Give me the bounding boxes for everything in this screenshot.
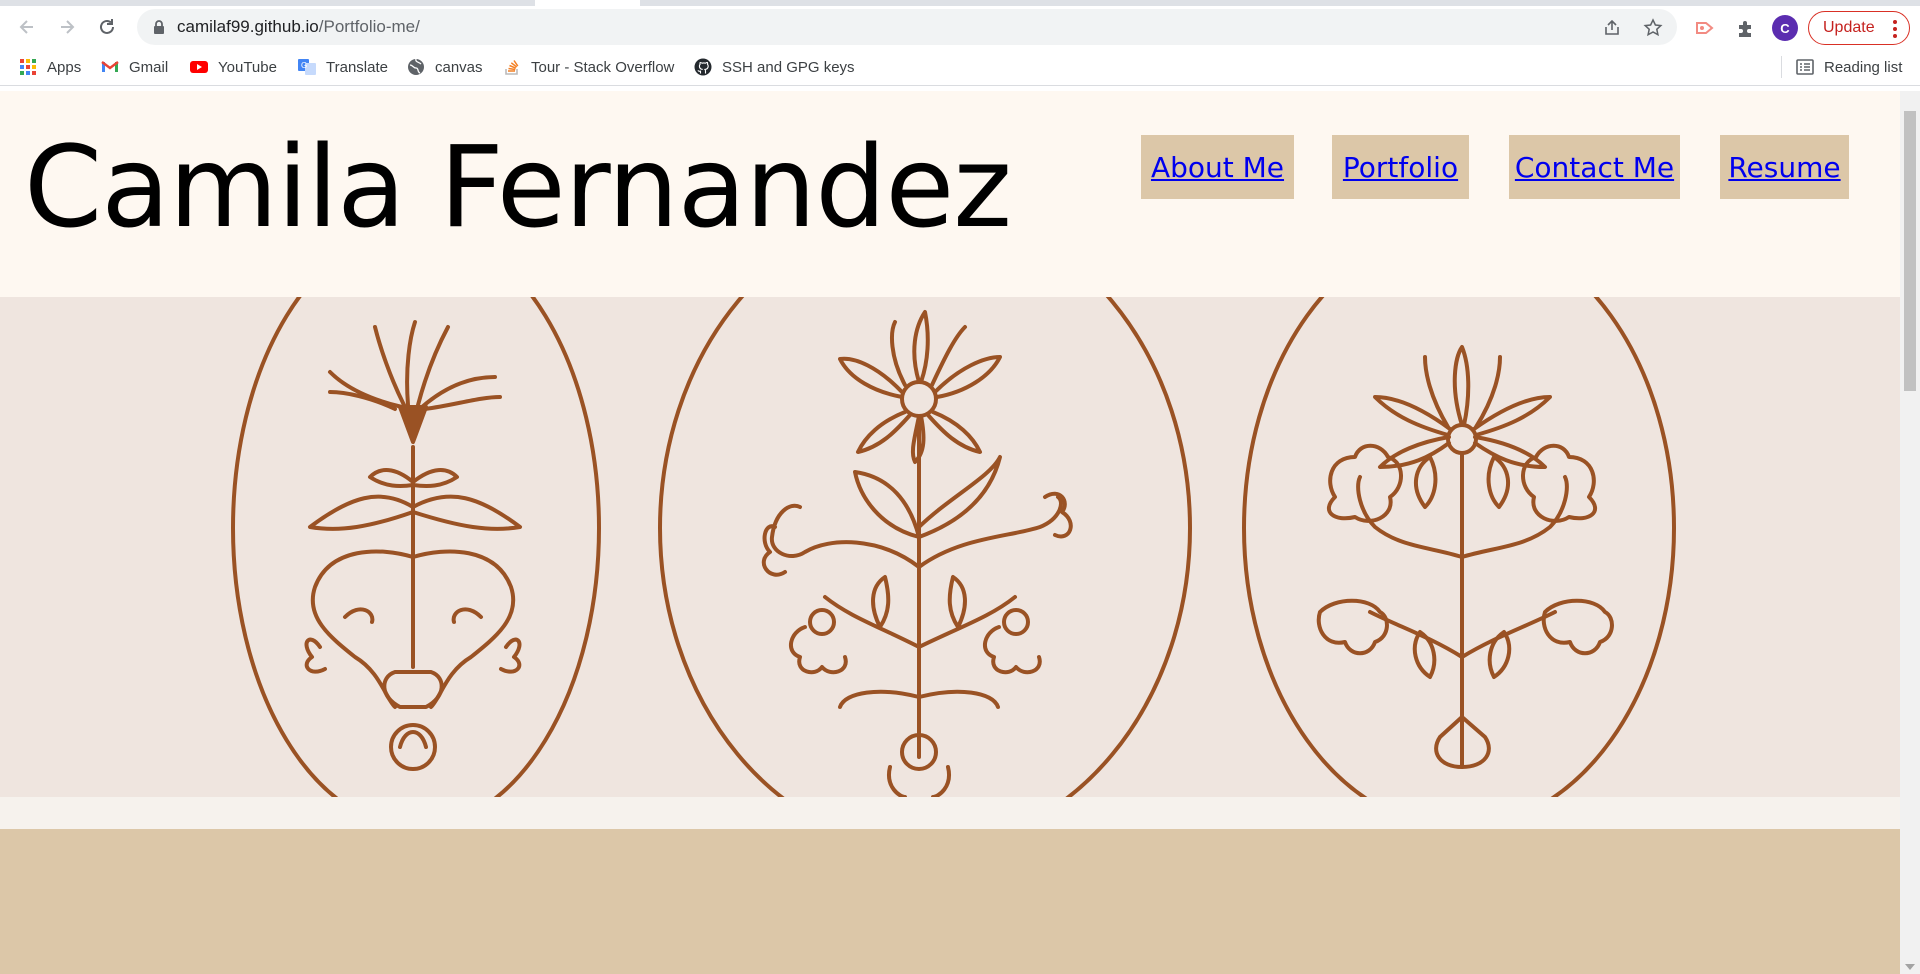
site-header: Camila Fernandez About Me Portfolio Cont… [0,91,1900,297]
floral-illustration [231,297,1676,797]
reading-list-button[interactable]: Reading list [1796,57,1902,77]
profile-avatar[interactable]: C [1772,15,1798,41]
bookmark-label: Gmail [129,58,169,76]
translate-icon: G [298,59,316,75]
scroll-down-arrow-icon[interactable] [1905,964,1915,970]
share-icon[interactable] [1602,18,1622,38]
site-title: Camila Fernandez [24,123,1012,253]
gmail-icon [101,61,119,72]
flower-center-icon [761,310,1073,797]
apps-grid-icon [20,59,36,75]
nav-link-contact-me[interactable]: Contact Me [1509,135,1680,199]
bookmark-label: canvas [435,58,483,76]
reading-list-label: Reading list [1824,58,1903,76]
oval-frame-left [231,297,601,797]
reading-list-icon [1796,59,1814,75]
reload-button[interactable] [93,13,121,41]
forward-button[interactable] [53,13,81,41]
bookmarks-separator [1781,56,1782,78]
nav-link-portfolio[interactable]: Portfolio [1332,135,1469,199]
bookmark-apps[interactable]: Apps [19,57,81,77]
bookmark-ssh-gpg[interactable]: SSH and GPG keys [694,57,855,77]
extensions-puzzle-icon[interactable] [1735,17,1757,39]
bookmark-label: YouTube [218,58,277,76]
bookmark-label: Translate [326,58,388,76]
bookmark-translate[interactable]: G Translate [298,57,388,77]
url-path: /Portfolio-me/ [318,17,420,36]
extension-cast-icon[interactable] [1694,17,1716,39]
more-menu-icon[interactable] [1893,20,1897,38]
scrollbar-thumb[interactable] [1904,111,1916,391]
content-section [0,829,1900,974]
reload-icon [100,19,114,34]
stackoverflow-icon [505,60,519,75]
bookmark-label: Apps [47,58,82,76]
bookmarks-bar: Apps Gmail YouTube G Translate canvas To… [0,48,1920,86]
browser-toolbar: camilaf99.github.io/Portfolio-me/ C Upda… [0,6,1920,48]
url-text[interactable]: camilaf99.github.io/Portfolio-me/ [177,17,420,37]
globe-icon [408,58,424,75]
hero-banner [0,297,1900,797]
flower-left-icon [304,320,522,771]
bookmark-stackoverflow[interactable]: Tour - Stack Overflow [503,57,674,77]
update-label: Update [1823,19,1875,36]
forward-arrow-icon [61,20,75,34]
github-icon [694,58,712,76]
bookmark-label: SSH and GPG keys [722,58,855,76]
bookmark-star-icon[interactable] [1643,18,1663,38]
bookmark-label: Tour - Stack Overflow [531,58,675,76]
flower-right-icon [1316,345,1614,769]
lock-icon[interactable] [151,19,167,35]
youtube-icon [190,61,208,73]
nav-link-resume[interactable]: Resume [1720,135,1849,199]
update-button[interactable]: Update [1808,11,1910,45]
nav-link-about-me[interactable]: About Me [1141,135,1294,199]
back-arrow-icon [19,20,33,34]
page-viewport: Camila Fernandez About Me Portfolio Cont… [0,91,1900,974]
bookmark-youtube[interactable]: YouTube [190,57,277,77]
page-scrollbar[interactable] [1900,91,1920,974]
address-bar[interactable]: camilaf99.github.io/Portfolio-me/ [137,9,1677,45]
svg-text:G: G [301,61,307,70]
url-host: camilaf99.github.io [177,17,319,36]
section-divider [0,797,1900,829]
bookmark-canvas[interactable]: canvas [407,57,483,77]
back-button[interactable] [13,13,41,41]
bookmark-gmail[interactable]: Gmail [101,57,168,77]
